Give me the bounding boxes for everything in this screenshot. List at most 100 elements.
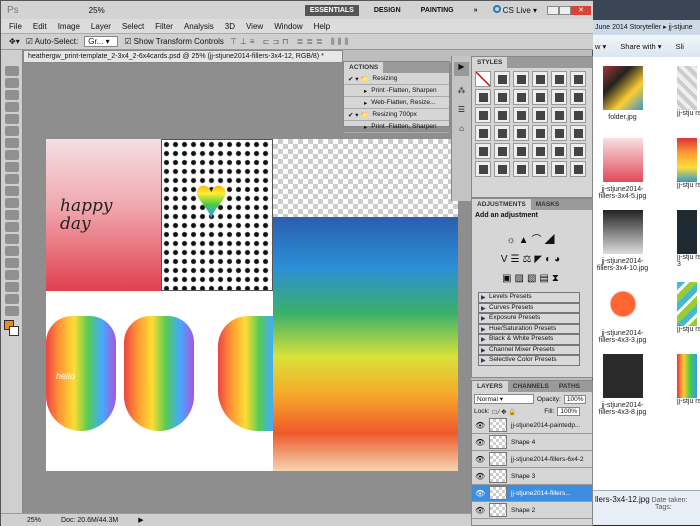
color-swatches[interactable] bbox=[4, 320, 19, 338]
blur-tool-icon[interactable] bbox=[4, 210, 19, 220]
workspace-essentials[interactable]: ESSENTIALS bbox=[304, 4, 359, 16]
action-set[interactable]: ✔ ▾ 📁 Resizing 700px bbox=[344, 109, 449, 121]
style-swatch[interactable] bbox=[570, 143, 586, 159]
eye-icon[interactable]: 👁 bbox=[475, 455, 485, 464]
style-swatch[interactable] bbox=[513, 71, 529, 87]
move-tool-icon[interactable]: ✥▾ bbox=[9, 37, 20, 46]
adjustment-presets-list[interactable]: Levels Presets Curves Presets Exposure P… bbox=[478, 292, 580, 366]
tab-layers[interactable]: LAYERS bbox=[472, 381, 508, 392]
cs-live-button[interactable]: CS Live ▾ bbox=[492, 5, 537, 15]
menu-file[interactable]: File bbox=[9, 22, 22, 31]
style-swatch[interactable] bbox=[551, 125, 567, 141]
style-swatch[interactable] bbox=[570, 125, 586, 141]
view-button[interactable]: w ▾ bbox=[595, 42, 606, 51]
menu-image[interactable]: Image bbox=[58, 22, 80, 31]
preset-black-white[interactable]: Black & White Presets bbox=[478, 334, 580, 345]
style-swatch[interactable] bbox=[494, 107, 510, 123]
file-item[interactable]: jj-stju rs- bbox=[677, 354, 700, 405]
gradient-tool-icon[interactable] bbox=[4, 198, 19, 208]
file-item[interactable]: jj-stjune2014-fillers-4x3-3.jpg bbox=[595, 282, 650, 344]
style-swatch[interactable] bbox=[494, 161, 510, 177]
dodge-tool-icon[interactable] bbox=[4, 222, 19, 232]
workspace-painting[interactable]: PAINTING bbox=[416, 5, 459, 16]
style-swatch[interactable] bbox=[551, 143, 567, 159]
zoom-level-dropdown[interactable]: 25% bbox=[89, 6, 105, 15]
file-item[interactable]: folder.jpg bbox=[595, 66, 650, 121]
opacity-input[interactable]: 100% bbox=[563, 394, 587, 404]
menu-3d[interactable]: 3D bbox=[225, 22, 235, 31]
style-swatch[interactable] bbox=[532, 71, 548, 87]
file-item[interactable]: jj-stju rs-3 bbox=[677, 210, 700, 268]
tab-adjustments[interactable]: ADJUSTMENTS bbox=[472, 199, 531, 210]
marquee-tool-icon[interactable] bbox=[4, 78, 19, 88]
menu-edit[interactable]: Edit bbox=[33, 22, 47, 31]
style-swatch[interactable] bbox=[513, 89, 529, 105]
action-item[interactable]: ▸ Web-Flatten, Resize... bbox=[344, 97, 449, 109]
preset-curves[interactable]: Curves Presets bbox=[478, 302, 580, 313]
tab-actions[interactable]: ACTIONS bbox=[344, 62, 384, 73]
style-swatch[interactable] bbox=[475, 107, 491, 123]
style-swatch[interactable] bbox=[532, 107, 548, 123]
tab-channels[interactable]: CHANNELS bbox=[508, 381, 554, 392]
style-swatch[interactable] bbox=[570, 161, 586, 177]
brush-presets-icon[interactable]: ☰ bbox=[454, 105, 469, 114]
brush-tool-icon[interactable] bbox=[4, 150, 19, 160]
happy-day-card[interactable]: happy day bbox=[46, 139, 161, 291]
eye-icon[interactable]: 👁 bbox=[475, 438, 485, 447]
eye-icon[interactable]: 👁 bbox=[475, 506, 485, 515]
style-swatch[interactable] bbox=[570, 71, 586, 87]
style-swatch[interactable] bbox=[513, 107, 529, 123]
style-swatch[interactable] bbox=[551, 89, 567, 105]
close-button[interactable]: ✕ bbox=[571, 5, 591, 15]
align-icons[interactable]: ⊤⊥≡ ⊏⊐⊓ ≣≣≣ ⫼⫼⫼ bbox=[230, 37, 351, 47]
slideshow-button[interactable]: Sli bbox=[676, 42, 684, 51]
style-swatch[interactable] bbox=[570, 89, 586, 105]
path-select-tool-icon[interactable] bbox=[4, 258, 19, 268]
file-item[interactable]: jj-stjune2014-fillers-3x4-10.jpg bbox=[595, 210, 650, 272]
style-swatch[interactable] bbox=[513, 161, 529, 177]
style-swatch[interactable] bbox=[532, 89, 548, 105]
hand-tool-icon[interactable] bbox=[4, 294, 19, 304]
play-icon[interactable]: ▶ bbox=[454, 62, 469, 76]
style-swatch[interactable] bbox=[532, 125, 548, 141]
style-swatch[interactable] bbox=[494, 71, 510, 87]
auto-select-dropdown[interactable]: Gr... ▾ bbox=[84, 36, 119, 47]
breadcrumb[interactable]: June 2014 Storyteller ▸ jj-stjune bbox=[593, 20, 700, 35]
adjustment-icons-row3[interactable]: ▣▨▧▤⧗ bbox=[472, 273, 592, 284]
eyedropper-tool-icon[interactable] bbox=[4, 126, 19, 136]
rainbow-hands-card[interactable]: hello bbox=[46, 291, 273, 471]
style-swatch[interactable] bbox=[532, 143, 548, 159]
eye-icon[interactable]: 👁 bbox=[475, 489, 485, 498]
adjustment-icons-row2[interactable]: V☰⚖◤◐◕ bbox=[472, 254, 592, 265]
type-tool-icon[interactable] bbox=[4, 246, 19, 256]
zoom-tool-icon[interactable] bbox=[4, 306, 19, 316]
lock-icons[interactable]: □ ⁄ ✥ 🔒 bbox=[493, 408, 517, 416]
quick-select-tool-icon[interactable] bbox=[4, 102, 19, 112]
style-swatch[interactable] bbox=[513, 125, 529, 141]
file-item[interactable]: jj-stjune2014-fillers-3x4-5.jpg bbox=[595, 138, 650, 200]
action-set[interactable]: ✔ ▾ 📁 Resizing bbox=[344, 73, 449, 85]
style-swatch[interactable] bbox=[494, 89, 510, 105]
workspace-more[interactable]: » bbox=[469, 5, 483, 16]
history-icon[interactable]: ⌂ bbox=[454, 124, 469, 133]
style-swatch[interactable] bbox=[513, 143, 529, 159]
layer-row[interactable]: 👁 Shape 2 bbox=[472, 502, 592, 519]
status-menu-arrow[interactable]: ▶ bbox=[138, 516, 143, 524]
workspace-design[interactable]: DESIGN bbox=[369, 5, 406, 16]
status-zoom[interactable]: 25% bbox=[27, 517, 41, 524]
style-swatch[interactable] bbox=[551, 107, 567, 123]
swatches-icon[interactable]: ⁂ bbox=[454, 86, 469, 95]
preset-hue-saturation[interactable]: Hue/Saturation Presets bbox=[478, 323, 580, 334]
file-item[interactable]: jj-stjune2014-fillers-4x3-8.jpg bbox=[595, 354, 650, 416]
layer-row[interactable]: 👁 Shape 3 bbox=[472, 468, 592, 485]
history-brush-icon[interactable] bbox=[4, 174, 19, 184]
stamp-tool-icon[interactable] bbox=[4, 162, 19, 172]
preset-channel-mixer[interactable]: Channel Mixer Presets bbox=[478, 344, 580, 355]
maximize-button[interactable] bbox=[559, 5, 571, 15]
layer-row[interactable]: 👁 jj-stjune2014-fillers-6x4-2 bbox=[472, 451, 592, 468]
crop-tool-icon[interactable] bbox=[4, 114, 19, 124]
blend-mode-dropdown[interactable]: Normal ▾ bbox=[474, 394, 534, 404]
layers-list[interactable]: 👁 jj-stjune2014-paintedp... 👁 Shape 4 👁 jj-st… bbox=[472, 417, 592, 519]
show-transform-checkbox[interactable]: ☑ Show Transform Controls bbox=[124, 37, 224, 46]
file-item[interactable]: jj-stju rs- bbox=[677, 282, 700, 333]
